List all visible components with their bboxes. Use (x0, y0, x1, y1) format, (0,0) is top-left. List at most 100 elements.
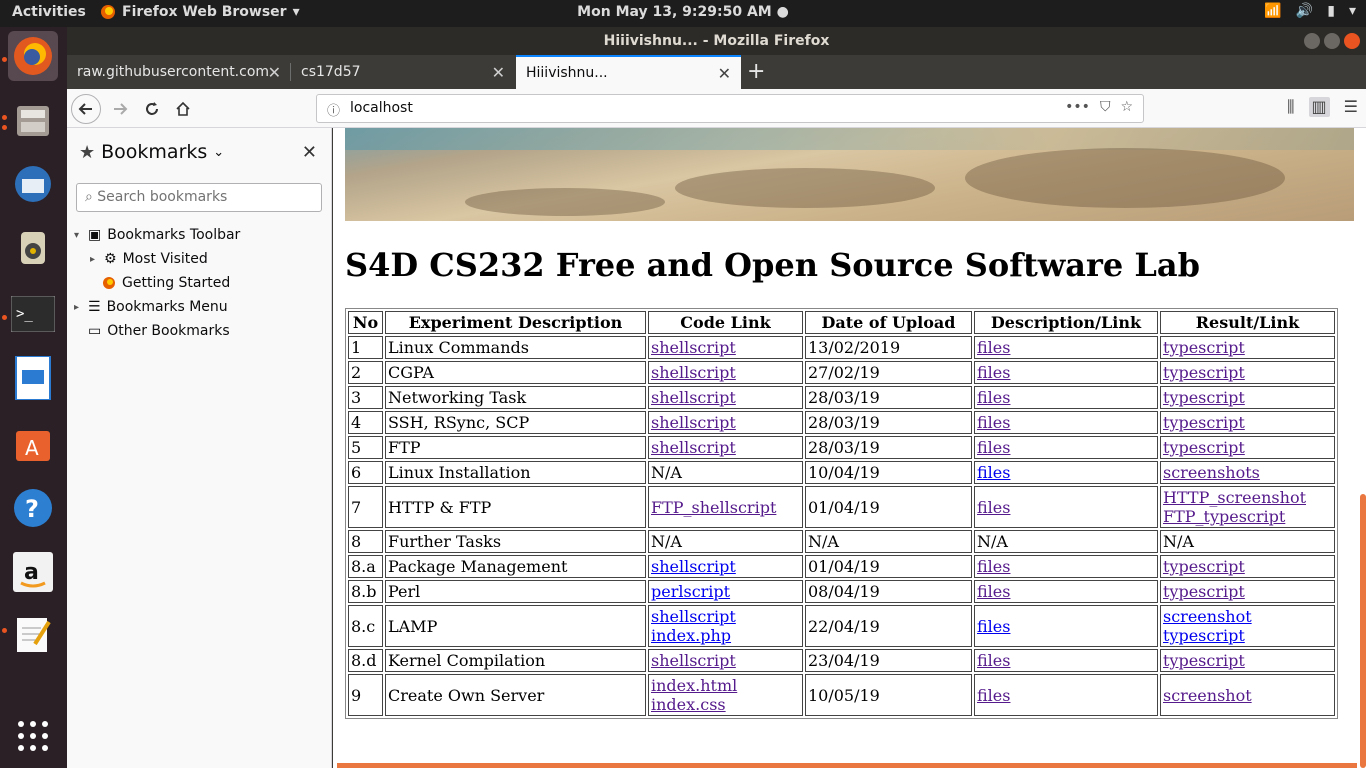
tree-bookmarks-toolbar[interactable]: ▾ ▣ Bookmarks Toolbar (74, 227, 240, 243)
code-link[interactable]: index.php (651, 626, 731, 645)
volume-icon[interactable]: 🔊 (1296, 3, 1313, 19)
pocket-icon[interactable]: ⛉ (1100, 99, 1111, 115)
files-link[interactable]: files (977, 651, 1010, 670)
reload-button[interactable] (137, 94, 167, 124)
code-link[interactable]: shellscript (651, 557, 736, 576)
dock-thunderbird[interactable] (8, 159, 58, 209)
result-link[interactable]: typescript (1163, 557, 1245, 576)
page-info-icon[interactable]: ⓘ (327, 100, 340, 119)
chevron-right-icon[interactable]: ▸ (74, 302, 82, 313)
result-link[interactable]: screenshot (1163, 686, 1252, 705)
dock-text-editor[interactable] (8, 609, 58, 659)
chevron-right-icon[interactable]: ▸ (90, 254, 98, 265)
code-link[interactable]: shellscript (651, 607, 736, 626)
result-link[interactable]: typescript (1163, 338, 1245, 357)
tree-other-bookmarks[interactable]: ▭ Other Bookmarks (88, 323, 230, 339)
cell-code: index.html index.css (648, 674, 803, 716)
tab-raw-github[interactable]: raw.githubusercontent.com ✕ (67, 55, 291, 89)
code-link[interactable]: shellscript (651, 388, 736, 407)
cell-description: Linux Installation (385, 461, 646, 484)
cell-no: 4 (348, 411, 383, 434)
maximize-button[interactable] (1324, 33, 1340, 49)
dock-help[interactable]: ? (8, 483, 58, 533)
close-sidebar-button[interactable]: ✕ (302, 142, 317, 163)
result-link[interactable]: typescript (1163, 438, 1245, 457)
dock-files[interactable] (8, 95, 58, 145)
clock[interactable]: Mon May 13, 9:29:50 AM ● (0, 4, 1366, 20)
minimize-button[interactable] (1304, 33, 1320, 49)
page-actions-menu-icon[interactable]: ••• (1065, 99, 1090, 115)
result-link[interactable]: typescript (1163, 388, 1245, 407)
cell-date: 13/02/2019 (805, 336, 972, 359)
library-icon[interactable]: ⫼ (1287, 97, 1294, 117)
result-link[interactable]: FTP_typescript (1163, 507, 1285, 526)
window-titlebar[interactable]: Hiiivishnu... - Mozilla Firefox (67, 27, 1366, 55)
close-tab-icon[interactable]: ✕ (718, 64, 731, 83)
close-tab-icon[interactable]: ✕ (492, 63, 505, 82)
new-tab-button[interactable]: + (747, 59, 765, 84)
vertical-scrollbar[interactable] (1360, 494, 1366, 768)
power-menu-icon[interactable]: ▾ (1349, 3, 1356, 19)
dock-terminal[interactable]: >_ (8, 289, 58, 339)
result-link[interactable]: screenshots (1163, 463, 1260, 482)
tree-most-visited[interactable]: ▸ ⚙ Most Visited (90, 251, 208, 267)
code-link[interactable]: shellscript (651, 651, 736, 670)
sidebar-toggle-icon[interactable]: ▥ (1308, 97, 1330, 117)
result-link[interactable]: typescript (1163, 413, 1245, 432)
code-link[interactable]: shellscript (651, 413, 736, 432)
result-link[interactable]: screenshot (1163, 607, 1252, 626)
code-link[interactable]: index.css (651, 695, 726, 714)
files-link[interactable]: files (977, 582, 1010, 601)
dock-rhythmbox[interactable] (8, 223, 58, 273)
files-link[interactable]: files (977, 463, 1010, 482)
dock-libreoffice-writer[interactable] (8, 353, 58, 403)
address-bar[interactable]: ⓘ localhost ••• ⛉ ☆ (316, 94, 1144, 123)
search-bookmarks-input[interactable]: ⌕ Search bookmarks (76, 183, 322, 212)
files-link[interactable]: files (977, 686, 1010, 705)
window-controls (1304, 33, 1360, 49)
dock-amazon[interactable]: a (8, 547, 58, 597)
files-link[interactable]: files (977, 557, 1010, 576)
result-link[interactable]: typescript (1163, 626, 1245, 645)
bookmark-star-icon[interactable]: ☆ (1120, 99, 1133, 115)
files-link[interactable]: files (977, 338, 1010, 357)
close-window-button[interactable] (1344, 33, 1360, 49)
files-link[interactable]: files (977, 413, 1010, 432)
battery-icon[interactable]: ▮ (1327, 3, 1335, 19)
dock-software-center[interactable]: A (8, 419, 58, 469)
code-link[interactable]: perlscript (651, 582, 730, 601)
files-link[interactable]: files (977, 498, 1010, 517)
hamburger-menu-icon[interactable]: ☰ (1344, 97, 1358, 117)
tab-cs17d57[interactable]: cs17d57 ✕ (291, 55, 515, 89)
code-link[interactable]: shellscript (651, 338, 736, 357)
home-button[interactable] (168, 94, 198, 124)
column-header: Description/Link (974, 311, 1158, 334)
network-icon[interactable]: 📶 (1264, 3, 1281, 19)
horizontal-scrollbar[interactable] (337, 763, 1357, 768)
tab-hiiivishnu[interactable]: Hiiivishnu... ✕ (516, 55, 741, 89)
chevron-down-icon[interactable]: ▾ (74, 230, 82, 241)
back-button[interactable] (71, 94, 101, 124)
dock-show-applications[interactable] (8, 711, 58, 761)
tree-getting-started[interactable]: Getting Started (102, 275, 230, 291)
code-link[interactable]: shellscript (651, 363, 736, 382)
files-link[interactable]: files (977, 438, 1010, 457)
result-link[interactable]: HTTP_screenshot (1163, 488, 1306, 507)
dock-firefox[interactable] (8, 31, 58, 81)
code-link[interactable]: shellscript (651, 438, 736, 457)
files-link[interactable]: files (977, 388, 1010, 407)
result-link[interactable]: typescript (1163, 363, 1245, 382)
cell-description: Perl (385, 580, 646, 603)
tree-bookmarks-menu[interactable]: ▸ ☰ Bookmarks Menu (74, 299, 228, 315)
files-link[interactable]: files (977, 363, 1010, 382)
software-center-icon: A (16, 431, 50, 461)
code-link[interactable]: index.html (651, 676, 737, 695)
forward-button[interactable] (105, 94, 135, 124)
code-link[interactable]: FTP_shellscript (651, 498, 776, 517)
files-link[interactable]: files (977, 617, 1010, 636)
system-tray[interactable]: 📶 🔊 ▮ ▾ (1264, 3, 1356, 19)
close-tab-icon[interactable]: ✕ (268, 63, 281, 82)
result-link[interactable]: typescript (1163, 582, 1245, 601)
result-link[interactable]: typescript (1163, 651, 1245, 670)
sidebar-header[interactable]: ★ Bookmarks ⌄ (79, 141, 224, 163)
